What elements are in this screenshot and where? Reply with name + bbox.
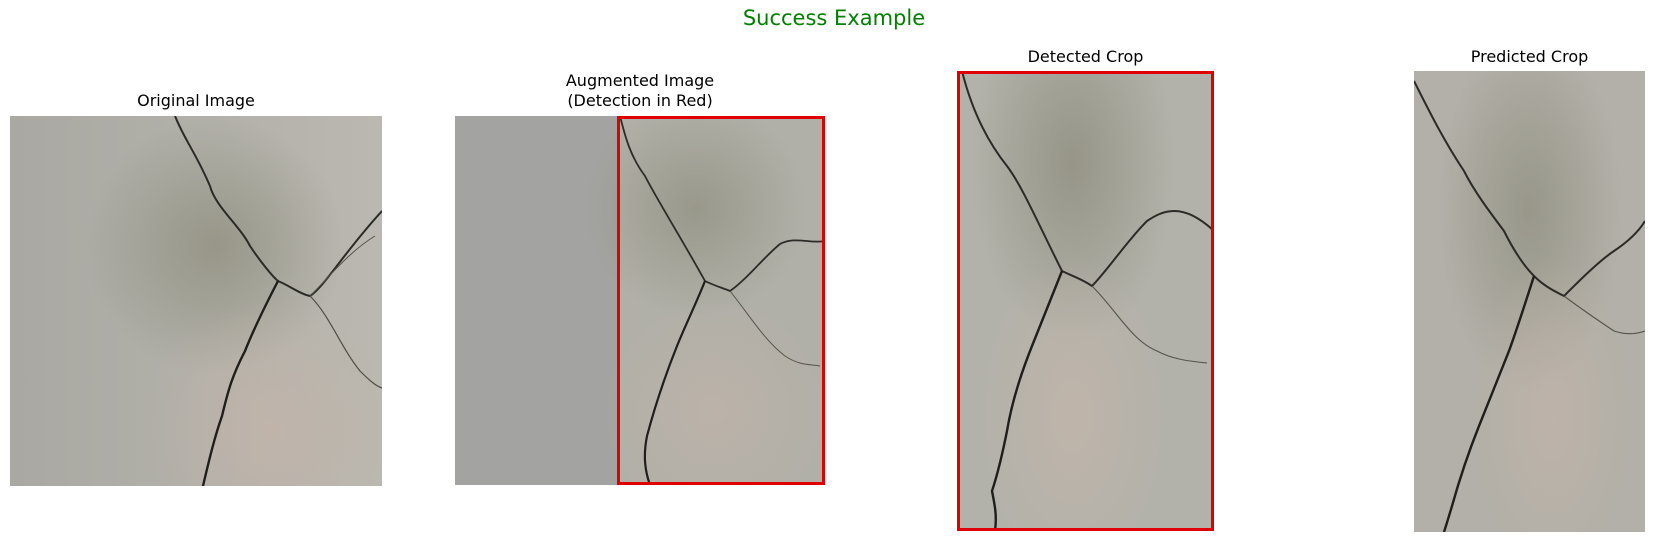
- figure-title: Success Example: [742, 6, 926, 30]
- panel-title-augmented-line1: Augmented Image: [565, 71, 715, 90]
- panel-title-augmented: Augmented Image (Detection in Red): [455, 71, 825, 111]
- original-image: [10, 116, 382, 486]
- detection-box: [617, 116, 825, 485]
- predicted-crop-image: [1414, 71, 1645, 532]
- panel-title-original: Original Image: [137, 91, 255, 110]
- panel-title-predicted: Predicted Crop: [1470, 47, 1589, 66]
- panel-title-detected: Detected Crop: [1027, 47, 1144, 66]
- panel-title-augmented-line2: (Detection in Red): [567, 91, 713, 110]
- detected-crop-border: [957, 71, 1214, 531]
